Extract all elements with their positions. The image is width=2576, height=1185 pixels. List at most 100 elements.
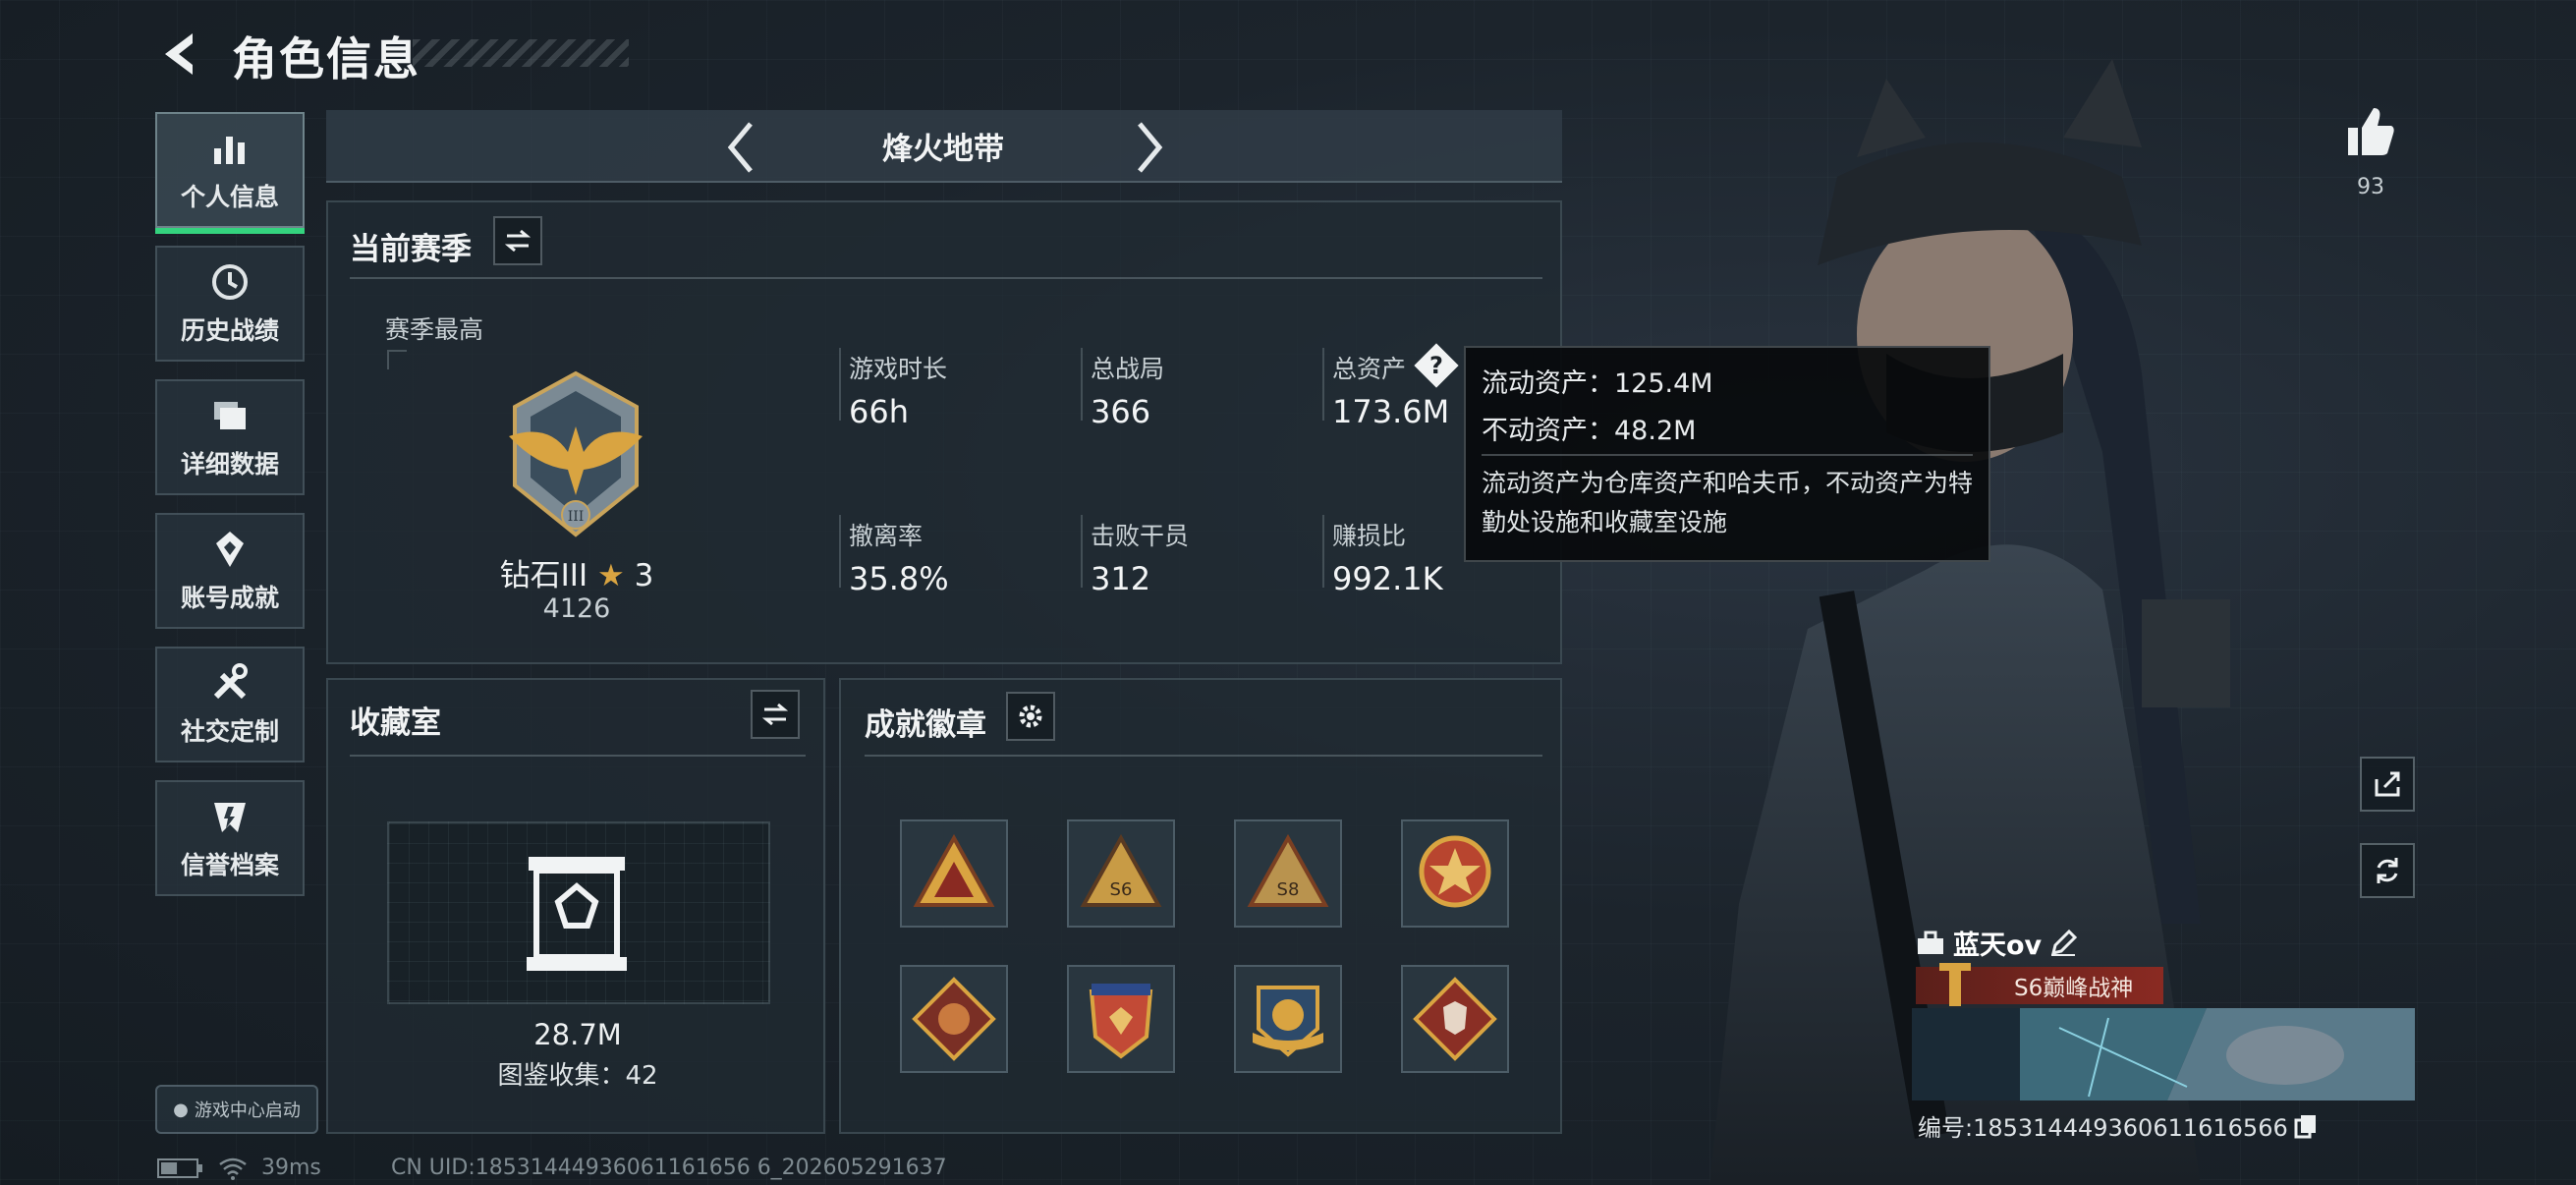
badge-star-round[interactable] [1401, 819, 1509, 928]
achievement-settings-button[interactable] [1006, 692, 1055, 741]
assets-tooltip: 流动资产：125.4M 不动资产：48.2M 流动资产为仓库资产和哈夫币，不动资… [1464, 346, 1990, 562]
history-clock-icon [212, 264, 248, 300]
divider [865, 755, 1542, 757]
stat-extraction-rate-label: 撤离率 [849, 522, 924, 550]
nav-label: 详细数据 [180, 450, 279, 479]
tooltip-liquid-assets: 流动资产：125.4M [1482, 368, 1713, 399]
nav-detailed-data[interactable]: 详细数据 [155, 379, 305, 495]
rank-score: 4126 [542, 593, 611, 624]
achievement-badges-panel: 成就徽章 S6 S8 [839, 678, 1562, 1134]
badge-wings-circle-icon [1253, 986, 1323, 1057]
briefcase-icon [1918, 931, 1943, 954]
nav-label: 个人信息 [180, 183, 279, 211]
title-emblem-icon [1939, 963, 1971, 1006]
ping-value: 39ms [261, 1156, 321, 1180]
rank-name: 钻石III [499, 558, 588, 593]
collection-catalog-count: 图鉴收集：42 [497, 1061, 658, 1091]
credit-shield-icon [214, 803, 246, 832]
stat-separator [1322, 515, 1324, 588]
stat-separator [839, 348, 841, 421]
badge-triangle-s8[interactable]: S8 [1234, 819, 1342, 928]
badge-eagle-shield[interactable] [1067, 965, 1175, 1073]
gear-icon [1019, 705, 1042, 728]
launch-badge-label: 游戏中心启动 [194, 1100, 301, 1121]
tooltip-fixed-assets: 不动资产：48.2M [1482, 416, 1697, 446]
badge-triangle-gold-icon [913, 833, 995, 907]
player-title-banner: S6巅峰战神 [1916, 963, 2163, 1006]
tooltip-description: 流动资产为仓库资产和哈夫币，不动资产为特勤处设施和收藏室设施 [1482, 469, 1974, 536]
stat-separator [1081, 348, 1083, 421]
svg-text:S6: S6 [1110, 879, 1133, 900]
star-icon: ★ [596, 558, 625, 593]
wifi-icon [219, 1157, 247, 1180]
copy-icon[interactable] [2294, 1113, 2318, 1139]
bar-chart-icon [214, 137, 245, 164]
player-title-text: S6巅峰战神 [2014, 976, 2134, 1001]
nav-label: 社交定制 [180, 717, 279, 746]
share-button[interactable] [2360, 757, 2415, 812]
season-panel-title: 当前赛季 [350, 232, 472, 267]
rank-stars: 3 [634, 558, 654, 593]
svg-text:S8: S8 [1277, 879, 1300, 900]
display-case-icon [527, 857, 627, 971]
edit-pencil-icon[interactable] [2049, 929, 2078, 957]
stat-separator [1081, 515, 1083, 588]
player-name-row: 蓝天ov [1916, 924, 2078, 962]
nav-credit-record[interactable]: 信誉档案 [155, 780, 305, 896]
badge-wolf-diamond[interactable] [1401, 965, 1509, 1073]
stat-extraction-rate-value: 35.8% [849, 560, 949, 597]
stat-total-matches-value: 366 [1091, 393, 1151, 430]
nav-history[interactable]: 历史战绩 [155, 246, 305, 362]
badge-dragon-diamond-icon [912, 977, 996, 1061]
badge-triangle-gold[interactable] [900, 819, 1008, 928]
tools-icon [213, 663, 248, 700]
status-bar: 39ms [157, 1156, 321, 1180]
nav-personal-info[interactable]: 个人信息 [155, 112, 305, 234]
nav-label: 信誉档案 [180, 851, 279, 879]
mode-prev-arrow-icon[interactable] [721, 120, 760, 175]
nav-achievements[interactable]: 账号成就 [155, 513, 305, 629]
badge-wings-circle[interactable] [1234, 965, 1342, 1073]
badge-star-round-icon [1419, 835, 1491, 908]
badge-triangle-s8-icon: S8 [1247, 833, 1329, 907]
season-switch-button[interactable] [493, 216, 542, 265]
stat-play-time-value: 66h [849, 393, 909, 430]
nav-label: 历史战绩 [180, 316, 279, 345]
stat-profit-ratio-label: 赚损比 [1332, 522, 1407, 550]
achievement-panel-title: 成就徽章 [865, 707, 986, 743]
stat-separator [839, 515, 841, 588]
title-decoration [413, 39, 629, 67]
stat-total-assets-value: 173.6M [1332, 393, 1450, 430]
collection-value: 28.7M [533, 1018, 622, 1051]
badge-eagle-shield-icon [1089, 984, 1153, 1059]
folders-icon [214, 402, 246, 429]
current-season-panel: 当前赛季 赛季最高 III 钻石III ★ 3 4126 游戏时长 66h 总战… [326, 200, 1562, 664]
divider [1482, 454, 1973, 456]
collection-switch-button[interactable] [751, 690, 800, 739]
refresh-button[interactable] [2360, 843, 2415, 898]
diamond-rank-emblem-icon: III [509, 370, 643, 537]
badge-triangle-s6[interactable]: S6 [1067, 819, 1175, 928]
player-id: 编号:18531444936061161656​6 [1918, 1114, 2288, 1142]
back-arrow-icon[interactable] [155, 29, 204, 79]
stat-separator [1322, 348, 1324, 421]
player-id-row: 编号:18531444936061161656​6 [1918, 1108, 2318, 1143]
stat-play-time-label: 游戏时长 [849, 355, 948, 383]
season-best-label: 赛季最高 [385, 315, 484, 344]
collection-panel-title: 收藏室 [350, 705, 441, 741]
game-center-launch-badge: ● 游戏中心启动 [155, 1085, 318, 1134]
uid-text: CN UID:18531444936061161656 6_2026052916… [391, 1156, 947, 1180]
stat-profit-ratio-value: 992.1K [1332, 560, 1443, 597]
badge-dragon-diamond[interactable] [900, 965, 1008, 1073]
collection-room-panel: 收藏室 28.7M 图鉴收集：42 [326, 678, 825, 1134]
refresh-icon [2377, 858, 2398, 883]
player-card-banner[interactable] [1912, 1008, 2415, 1100]
stat-kills-label: 击败干员 [1091, 522, 1190, 550]
rank-label-row: 钻石III ★ 3 [328, 550, 825, 594]
thumbs-up-icon[interactable] [2342, 104, 2397, 159]
badge-triangle-s6-icon: S6 [1080, 833, 1162, 907]
nav-social-custom[interactable]: 社交定制 [155, 647, 305, 762]
mode-next-arrow-icon[interactable] [1130, 120, 1169, 175]
stat-total-assets-label: 总资产 [1332, 355, 1407, 383]
achievement-medal-icon [216, 532, 244, 567]
